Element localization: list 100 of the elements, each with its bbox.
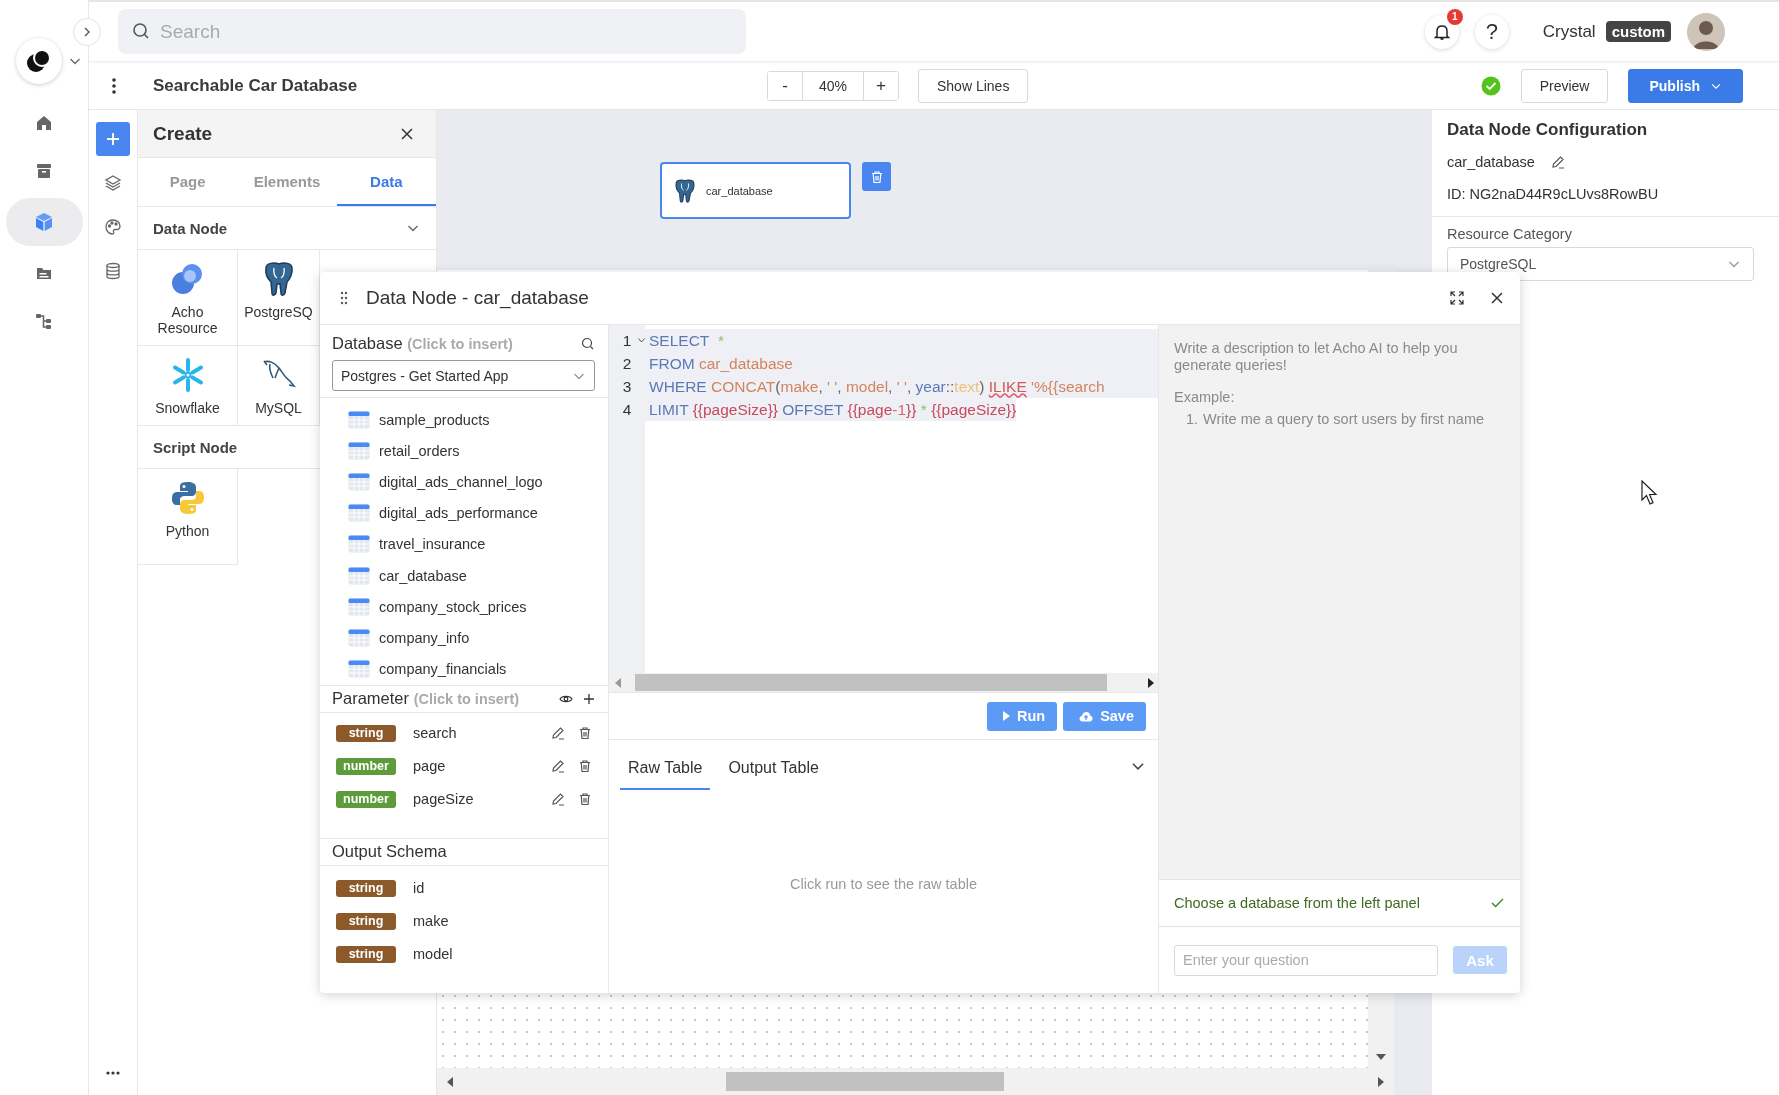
table-name[interactable]: company_info <box>379 629 470 646</box>
database-icon[interactable] <box>105 262 121 280</box>
tree-icon[interactable] <box>35 312 53 330</box>
source-tile[interactable]: MySQL <box>238 346 320 426</box>
archive-icon[interactable] <box>35 162 53 180</box>
home-icon[interactable] <box>35 114 53 132</box>
pencil-icon[interactable] <box>551 759 565 774</box>
scroll-right-icon[interactable] <box>1148 677 1154 688</box>
table-name[interactable]: sample_products <box>379 411 490 428</box>
source-tile[interactable]: Python <box>138 469 238 565</box>
horizontal-scrollbar[interactable] <box>437 1068 1394 1095</box>
tool-button[interactable] <box>96 122 130 156</box>
assistant-intro: Write a description to let Acho AI to help you generate queries! <box>1174 340 1459 375</box>
cube-icon[interactable] <box>33 211 55 233</box>
field-name: model <box>413 946 454 963</box>
fold-icon[interactable] <box>638 338 645 343</box>
preview-button[interactable]: Preview <box>1520 68 1609 103</box>
table-icon <box>348 441 370 460</box>
panel-title: Create <box>153 122 213 145</box>
table-icon <box>348 597 370 616</box>
trash-icon[interactable] <box>578 792 592 807</box>
line-number: 3 <box>622 377 632 396</box>
plus-icon <box>105 131 121 147</box>
expand-icon[interactable] <box>1450 291 1464 305</box>
close-icon[interactable] <box>400 126 414 141</box>
empty-message: Click run to see the raw table <box>790 876 977 894</box>
type-badge: number <box>336 757 396 775</box>
type-badge: number <box>336 790 396 808</box>
table-icon <box>348 410 370 429</box>
pointer-icon <box>1641 480 1659 506</box>
more-icon[interactable] <box>106 1071 120 1075</box>
notifications-button[interactable] <box>1424 14 1459 49</box>
scroll-right-icon[interactable] <box>1378 1076 1384 1087</box>
parameter-name[interactable]: search <box>413 725 551 742</box>
source-tile[interactable]: Snowflake <box>138 346 238 426</box>
source-tile[interactable]: PostgreSQ <box>238 250 320 346</box>
parameter-name[interactable]: page <box>413 758 551 775</box>
help-button[interactable]: ? <box>1474 14 1509 49</box>
line-number: 4 <box>622 400 632 419</box>
search-icon[interactable] <box>581 337 594 350</box>
type-badge: string <box>336 879 396 897</box>
dialog-title: Data Node - car_database <box>366 287 589 309</box>
table-name[interactable]: company_stock_prices <box>379 598 527 615</box>
logo-icon[interactable] <box>16 38 62 84</box>
nav-button[interactable] <box>5 198 83 246</box>
panel-tab[interactable]: Data <box>336 158 436 206</box>
type-badge: string <box>336 912 396 930</box>
eye-icon[interactable] <box>559 693 573 704</box>
trash-icon[interactable] <box>578 726 592 741</box>
code-editor[interactable]: 1 2 3 4 SELECT * FROM car_database WHERE CONCAT(make, ' ', model, ' ', year::text) ILIKE '%{{search LIMIT {{pageSize}} OFFSET {{page-1}} * {{pageSize}} <box>609 325 1158 673</box>
drag-handle-icon[interactable] <box>340 291 348 305</box>
scroll-down-icon[interactable] <box>1376 1054 1386 1060</box>
table-icon <box>348 504 370 523</box>
section-title: Database (Click to insert) <box>332 334 513 353</box>
pencil-icon[interactable] <box>551 792 565 807</box>
table-name[interactable]: company_financials <box>379 661 507 678</box>
table-name[interactable]: car_database <box>379 567 467 584</box>
node-name: car_database <box>1447 154 1535 170</box>
result-tab[interactable]: Output Table <box>720 746 827 790</box>
database-select[interactable]: Postgres - Get Started App <box>332 360 595 391</box>
table-icon <box>348 566 370 585</box>
role-badge: custom <box>1605 21 1671 42</box>
menu-icon[interactable] <box>110 76 117 95</box>
publish-button[interactable]: Publish <box>1628 68 1743 103</box>
scroll-left-icon[interactable] <box>447 1076 453 1087</box>
table-name[interactable]: travel_insurance <box>379 536 486 553</box>
trash-icon[interactable] <box>578 759 592 774</box>
parameter-name[interactable]: pageSize <box>413 791 551 808</box>
pencil-icon[interactable] <box>1550 155 1565 169</box>
table-icon <box>348 628 370 647</box>
horizontal-scrollbar[interactable] <box>609 673 1158 692</box>
line-number: 1 <box>622 331 632 350</box>
result-tab[interactable]: Raw Table <box>620 746 711 790</box>
avatar[interactable] <box>1687 12 1725 51</box>
question-field[interactable]: Enter your question <box>1174 944 1438 976</box>
config-title: Data Node Configuration <box>1446 120 1649 140</box>
page-title: Searchable Car Database <box>153 75 359 96</box>
status-message: Choose a database from the left panel <box>1174 895 1420 911</box>
palette-icon[interactable] <box>104 218 122 236</box>
pencil-icon[interactable] <box>551 726 565 741</box>
plus-icon[interactable] <box>583 692 595 705</box>
example-label: Example: <box>1174 388 1236 407</box>
field-name: id <box>413 880 426 897</box>
cloud-upload-icon <box>1079 710 1094 722</box>
delete-node-button[interactable] <box>862 162 891 191</box>
notification-count: 1 <box>1446 8 1463 25</box>
node-id: ID: NG2naD44R9cLUvs8RowBU <box>1432 170 1779 217</box>
data-node[interactable]: car_database <box>660 162 851 219</box>
section-title: Output Schema <box>332 842 447 862</box>
table-icon <box>348 535 370 554</box>
field-name: make <box>413 913 450 930</box>
show-lines-button[interactable]: Show Lines <box>918 68 1029 103</box>
table-name[interactable]: digital_ads_channel_logo <box>379 473 543 490</box>
source-tile[interactable]: Acho Resource <box>138 250 238 346</box>
close-icon[interactable] <box>1490 291 1504 305</box>
bell-icon <box>1432 22 1451 41</box>
search-field[interactable]: Search <box>118 9 746 54</box>
table-name[interactable]: digital_ads_performance <box>379 505 538 522</box>
table-name[interactable]: retail_orders <box>379 442 460 459</box>
layers-icon[interactable] <box>104 174 122 192</box>
